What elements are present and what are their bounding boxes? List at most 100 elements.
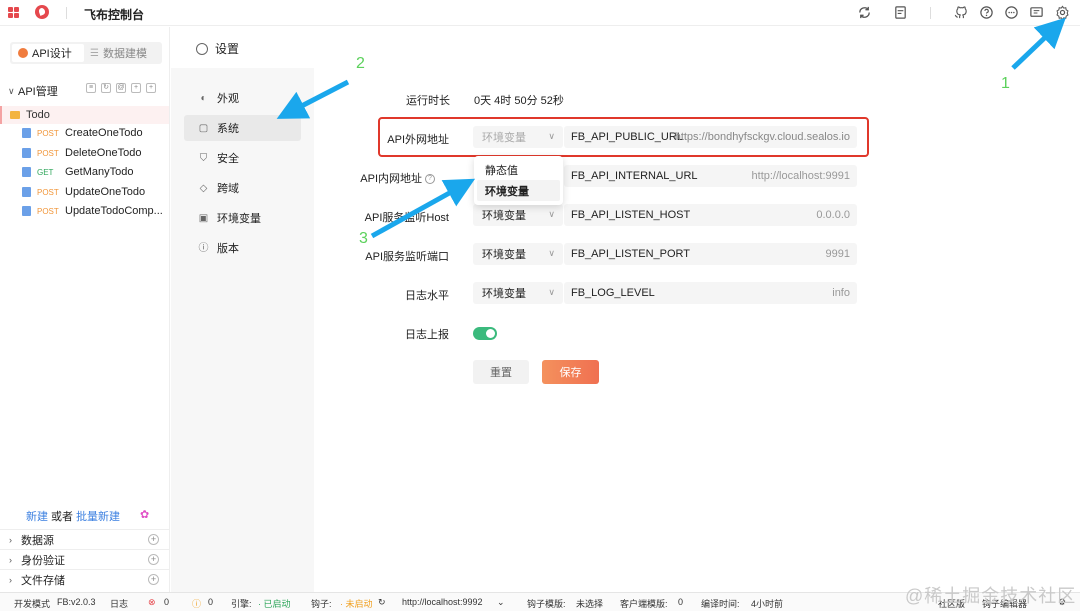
section-storage[interactable]: › 文件存储 + [0, 569, 169, 589]
log-report-toggle[interactable] [473, 327, 497, 340]
option-static-value[interactable]: 静态值 [477, 159, 560, 180]
list-icon: ☰ [90, 47, 99, 59]
select-value: 环境变量 [482, 210, 526, 222]
env-key: FB_API_LISTEN_HOST [571, 209, 691, 221]
folder-todo[interactable]: Todo [0, 106, 169, 124]
nav-system[interactable]: ▢ 系统 [184, 115, 301, 141]
github-icon[interactable] [954, 5, 969, 20]
api-item[interactable]: POST CreateOneTodo [22, 124, 170, 142]
dev-mode-label: 开发模式 [14, 599, 51, 609]
nav-security[interactable]: ⛉ 安全 [184, 145, 301, 171]
document-icon [22, 148, 31, 158]
tab-label: API设计 [32, 48, 72, 60]
settings-nav: ◐ 外观 ▢ 系统 ⛉ 安全 ◇ 跨域 ▣ 环境变量 ⓘ 版本 [171, 68, 314, 592]
add-icon[interactable]: + [148, 534, 159, 545]
sparkle-icon[interactable]: ✿ [140, 508, 149, 521]
hook-status: · 未启动 [340, 599, 373, 609]
hook-template-value[interactable]: 未选择 [576, 597, 603, 610]
log-level-input[interactable]: FB_LOG_LEVEL info [564, 282, 857, 304]
log-level-label: 日志水平 [405, 290, 449, 302]
nav-label: 跨域 [217, 183, 239, 195]
settings-title: 设置 [196, 40, 239, 57]
chevron-down-icon: ∨ [548, 209, 555, 219]
api-design-icon [18, 48, 28, 58]
at-icon[interactable]: @ [116, 83, 126, 93]
tab-data-modeling[interactable]: ☰ 数据建模 [84, 44, 153, 62]
tab-api-design[interactable]: API设计 [12, 44, 84, 62]
apps-grid-icon[interactable] [8, 7, 19, 18]
chat-icon[interactable] [1004, 5, 1019, 20]
version-label: FB:v2.0.3 [57, 597, 96, 607]
api-tree-header[interactable]: ∨ API管理 ≡ ↻ @ + + [8, 83, 168, 99]
internal-url-label-text: API内网地址 [360, 173, 422, 185]
engine-status: · 已启动 [258, 599, 291, 609]
help-icon[interactable]: ? [425, 174, 435, 185]
section-label: 文件存储 [21, 574, 65, 587]
add-folder-icon[interactable]: + [146, 83, 156, 93]
api-item[interactable]: POST UpdateTodoComp... [22, 202, 170, 220]
batch-new-link[interactable]: 批量新建 [76, 508, 120, 524]
annotation-number: 1 [1001, 75, 1010, 92]
nav-appearance[interactable]: ◐ 外观 [184, 85, 301, 111]
document-icon [22, 206, 31, 216]
env-value: 0.0.0.0 [816, 209, 850, 221]
listen-host-input[interactable]: FB_API_LISTEN_HOST 0.0.0.0 [564, 204, 857, 226]
divider [930, 7, 931, 19]
log-report-label: 日志上报 [405, 329, 449, 341]
env-key: FB_API_INTERNAL_URL [571, 170, 698, 182]
source-dropdown-menu: 静态值 环境变量 [474, 156, 563, 205]
new-link[interactable]: 新建 [26, 508, 48, 524]
engine-label: 引擎: [231, 599, 252, 609]
log-level-source-select[interactable]: 环境变量 ∨ [473, 282, 563, 304]
nav-label: 系统 [217, 123, 239, 135]
option-env-var[interactable]: 环境变量 [477, 180, 560, 201]
filter-icon[interactable]: ≡ [86, 83, 96, 93]
save-button[interactable]: 保存 [542, 360, 599, 384]
select-value: 环境变量 [482, 288, 526, 300]
section-label: 身份验证 [21, 554, 65, 567]
warning-icon[interactable]: ⓘ [192, 597, 201, 610]
chevron-down-icon: ∨ [548, 248, 555, 258]
section-auth[interactable]: › 身份验证 + [0, 549, 169, 569]
refresh-icon[interactable] [857, 5, 872, 20]
listen-host-source-select[interactable]: 环境变量 ∨ [473, 204, 563, 226]
refresh-icon[interactable]: ↻ [101, 83, 111, 93]
compile-time-label: 编译时间: [701, 599, 740, 609]
folder-label: Todo [26, 109, 50, 121]
help-circle-icon[interactable] [979, 5, 994, 20]
chevron-down-icon[interactable]: ⌄ [497, 597, 505, 608]
divider [66, 7, 67, 19]
hook-url[interactable]: http://localhost:9992 [402, 597, 483, 607]
add-icon[interactable]: + [148, 574, 159, 585]
add-icon[interactable]: + [148, 554, 159, 565]
error-icon[interactable]: ⊗ [148, 597, 156, 608]
reset-button[interactable]: 重置 [473, 360, 529, 384]
section-datasource[interactable]: › 数据源 + [0, 529, 169, 549]
nav-cors[interactable]: ◇ 跨域 [184, 175, 301, 201]
settings-gear-icon[interactable] [1055, 5, 1070, 21]
nav-env-vars[interactable]: ▣ 环境变量 [184, 205, 301, 231]
api-item[interactable]: GET GetManyTodo [22, 163, 170, 181]
palette-icon: ◐ [200, 92, 207, 104]
document-icon [22, 167, 31, 177]
add-file-icon[interactable]: + [131, 83, 141, 93]
message-icon[interactable] [1029, 5, 1044, 20]
tab-label: 数据建模 [102, 48, 147, 60]
env-value: info [832, 287, 850, 299]
env-key: FB_LOG_LEVEL [571, 287, 655, 299]
folder-icon [10, 111, 20, 119]
nav-version[interactable]: ⓘ 版本 [184, 235, 301, 261]
log-button[interactable]: 日志 [110, 597, 128, 610]
reload-icon[interactable]: ↻ [378, 597, 386, 608]
nav-label: 外观 [217, 93, 239, 105]
client-template-value[interactable]: 0 [678, 597, 683, 607]
settings-icon [196, 42, 208, 55]
internal-url-input[interactable]: FB_API_INTERNAL_URL http://localhost:999… [564, 165, 857, 187]
listen-port-source-select[interactable]: 环境变量 ∨ [473, 243, 563, 265]
log-file-icon[interactable] [893, 5, 908, 20]
api-item[interactable]: POST DeleteOneTodo [22, 144, 170, 162]
api-item[interactable]: POST UpdateOneTodo [22, 183, 170, 201]
mode-tabs: API设计 ☰ 数据建模 [10, 42, 162, 64]
error-count: 0 [164, 597, 170, 607]
listen-port-input[interactable]: FB_API_LISTEN_PORT 9991 [564, 243, 857, 265]
